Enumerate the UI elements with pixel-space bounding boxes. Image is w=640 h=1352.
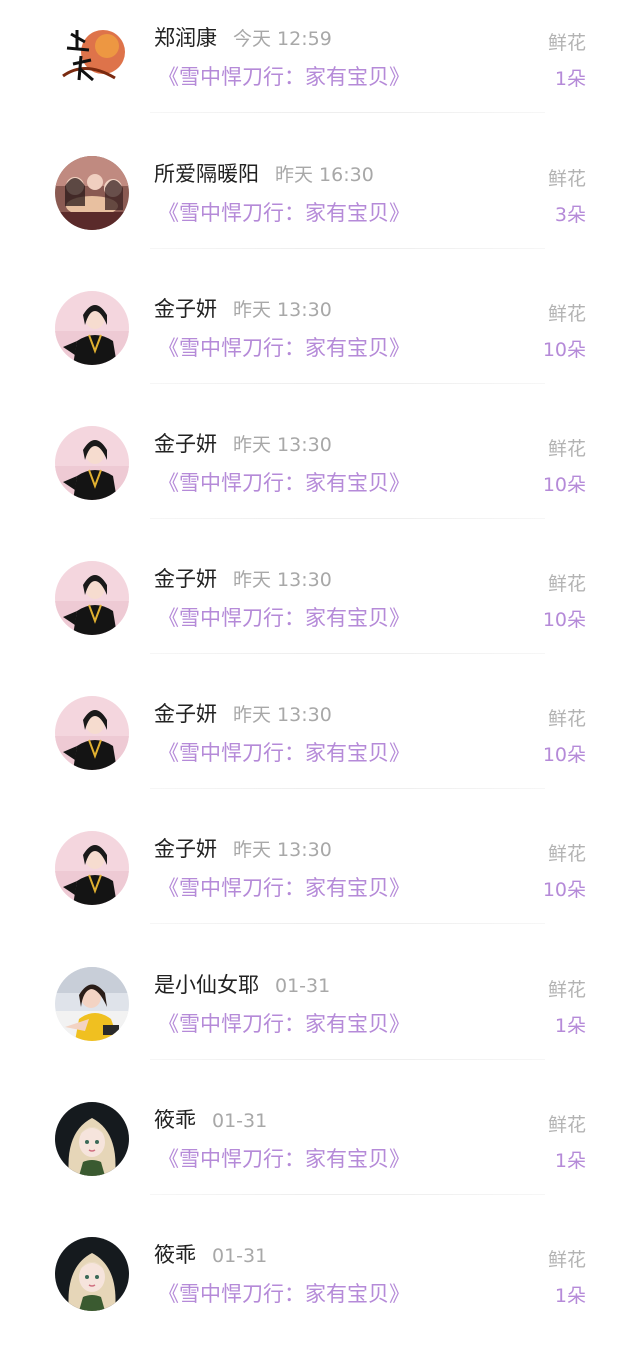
- row-divider: [150, 653, 545, 654]
- avatar[interactable]: [55, 156, 129, 230]
- timestamp: 昨天 13:30: [233, 434, 332, 456]
- list-item[interactable]: 金子妍 昨天 13:30 《雪中悍刀行：家有宝贝》 鲜花 10朵: [0, 541, 640, 676]
- anime-blonde-girl-avatar-icon: [55, 1237, 129, 1311]
- timestamp: 昨天 13:30: [233, 569, 332, 591]
- girl-pink-background-avatar-icon: [55, 696, 129, 770]
- row-divider: [150, 788, 545, 789]
- book-title-link[interactable]: 《雪中悍刀行：家有宝贝》: [158, 603, 410, 633]
- gift-type-label: 鲜花: [547, 979, 586, 1001]
- book-title-link[interactable]: 《雪中悍刀行：家有宝贝》: [158, 62, 410, 92]
- book-title-link[interactable]: 《雪中悍刀行：家有宝贝》: [158, 1009, 410, 1039]
- gift-count: 10朵: [542, 879, 586, 901]
- row-divider: [150, 383, 545, 384]
- book-title-link[interactable]: 《雪中悍刀行：家有宝贝》: [158, 738, 410, 768]
- book-title-link[interactable]: 《雪中悍刀行：家有宝贝》: [158, 873, 410, 903]
- gift-count: 1朵: [554, 1015, 586, 1037]
- timestamp: 昨天 13:30: [233, 839, 332, 861]
- gift-type-label: 鲜花: [547, 168, 586, 190]
- gift-count: 1朵: [554, 1150, 586, 1172]
- row-divider: [150, 518, 545, 519]
- user-name: 筱乖 01-31: [154, 1243, 268, 1267]
- timestamp: 昨天 13:30: [233, 704, 332, 726]
- avatar[interactable]: [55, 426, 129, 500]
- girl-pink-background-avatar-icon: [55, 291, 129, 365]
- avatar[interactable]: [55, 967, 129, 1041]
- calligraphy-avatar-icon: [55, 20, 129, 94]
- gift-count: 10朵: [542, 339, 586, 361]
- anime-blonde-girl-avatar-icon: [55, 1102, 129, 1176]
- avatar[interactable]: [55, 561, 129, 635]
- list-item[interactable]: 金子妍 昨天 13:30 《雪中悍刀行：家有宝贝》 鲜花 10朵: [0, 811, 640, 946]
- list-item[interactable]: 金子妍 昨天 13:30 《雪中悍刀行：家有宝贝》 鲜花 10朵: [0, 271, 640, 406]
- gift-type-label: 鲜花: [547, 708, 586, 730]
- row-divider: [150, 923, 545, 924]
- book-title-link[interactable]: 《雪中悍刀行：家有宝贝》: [158, 468, 410, 498]
- avatar[interactable]: [55, 696, 129, 770]
- gift-type-label: 鲜花: [547, 438, 586, 460]
- gift-type-label: 鲜花: [547, 1249, 586, 1271]
- user-name: 郑润康 今天 12:59: [154, 26, 332, 50]
- girl-pink-background-avatar-icon: [55, 426, 129, 500]
- timestamp: 今天 12:59: [233, 28, 332, 50]
- gift-count: 1朵: [554, 68, 586, 90]
- avatar[interactable]: [55, 20, 129, 94]
- book-title-link[interactable]: 《雪中悍刀行：家有宝贝》: [158, 1144, 410, 1174]
- gift-type-label: 鲜花: [547, 573, 586, 595]
- list-item[interactable]: 郑润康 今天 12:59 《雪中悍刀行：家有宝贝》 鲜花 1朵: [0, 0, 640, 135]
- row-divider: [150, 1059, 545, 1060]
- list-item[interactable]: 筱乖 01-31 《雪中悍刀行：家有宝贝》 鲜花 1朵: [0, 1217, 640, 1352]
- book-title-link[interactable]: 《雪中悍刀行：家有宝贝》: [158, 198, 410, 228]
- timestamp: 01-31: [275, 975, 331, 997]
- user-name: 金子妍 昨天 13:30: [154, 702, 332, 726]
- girl-pink-background-avatar-icon: [55, 831, 129, 905]
- user-name: 所爱隔暖阳 昨天 16:30: [154, 162, 374, 186]
- girl-pink-background-avatar-icon: [55, 561, 129, 635]
- list-item[interactable]: 筱乖 01-31 《雪中悍刀行：家有宝贝》 鲜花 1朵: [0, 1082, 640, 1217]
- gift-count: 1朵: [554, 1285, 586, 1307]
- book-title-link[interactable]: 《雪中悍刀行：家有宝贝》: [158, 333, 410, 363]
- user-name: 金子妍 昨天 13:30: [154, 432, 332, 456]
- timestamp: 昨天 16:30: [275, 164, 374, 186]
- avatar[interactable]: [55, 831, 129, 905]
- timestamp: 昨天 13:30: [233, 299, 332, 321]
- row-divider: [150, 112, 545, 113]
- list-item[interactable]: 是小仙女耶 01-31 《雪中悍刀行：家有宝贝》 鲜花 1朵: [0, 947, 640, 1082]
- row-divider: [150, 248, 545, 249]
- gift-record-list: 郑润康 今天 12:59 《雪中悍刀行：家有宝贝》 鲜花 1朵 所爱隔暖阳 昨天 1…: [0, 0, 640, 1330]
- user-name: 筱乖 01-31: [154, 1108, 268, 1132]
- gift-count: 3朵: [554, 204, 586, 226]
- user-name: 是小仙女耶 01-31: [154, 973, 331, 997]
- gift-count: 10朵: [542, 744, 586, 766]
- gift-type-label: 鲜花: [547, 303, 586, 325]
- list-item[interactable]: 金子妍 昨天 13:30 《雪中悍刀行：家有宝贝》 鲜花 10朵: [0, 406, 640, 541]
- timestamp: 01-31: [212, 1110, 268, 1132]
- user-name: 金子妍 昨天 13:30: [154, 297, 332, 321]
- user-name: 金子妍 昨天 13:30: [154, 567, 332, 591]
- gift-count: 10朵: [542, 474, 586, 496]
- row-divider: [150, 1194, 545, 1195]
- gift-type-label: 鲜花: [547, 1114, 586, 1136]
- user-name: 金子妍 昨天 13:30: [154, 837, 332, 861]
- gift-type-label: 鲜花: [547, 32, 586, 54]
- timestamp: 01-31: [212, 1245, 268, 1267]
- girl-yellow-shirt-avatar-icon: [55, 967, 129, 1041]
- gift-count: 10朵: [542, 609, 586, 631]
- avatar[interactable]: [55, 291, 129, 365]
- group-dining-avatar-icon: [55, 156, 129, 230]
- avatar[interactable]: [55, 1102, 129, 1176]
- list-item[interactable]: 所爱隔暖阳 昨天 16:30 《雪中悍刀行：家有宝贝》 鲜花 3朵: [0, 136, 640, 271]
- book-title-link[interactable]: 《雪中悍刀行：家有宝贝》: [158, 1279, 410, 1309]
- gift-type-label: 鲜花: [547, 843, 586, 865]
- list-item[interactable]: 金子妍 昨天 13:30 《雪中悍刀行：家有宝贝》 鲜花 10朵: [0, 676, 640, 811]
- avatar[interactable]: [55, 1237, 129, 1311]
